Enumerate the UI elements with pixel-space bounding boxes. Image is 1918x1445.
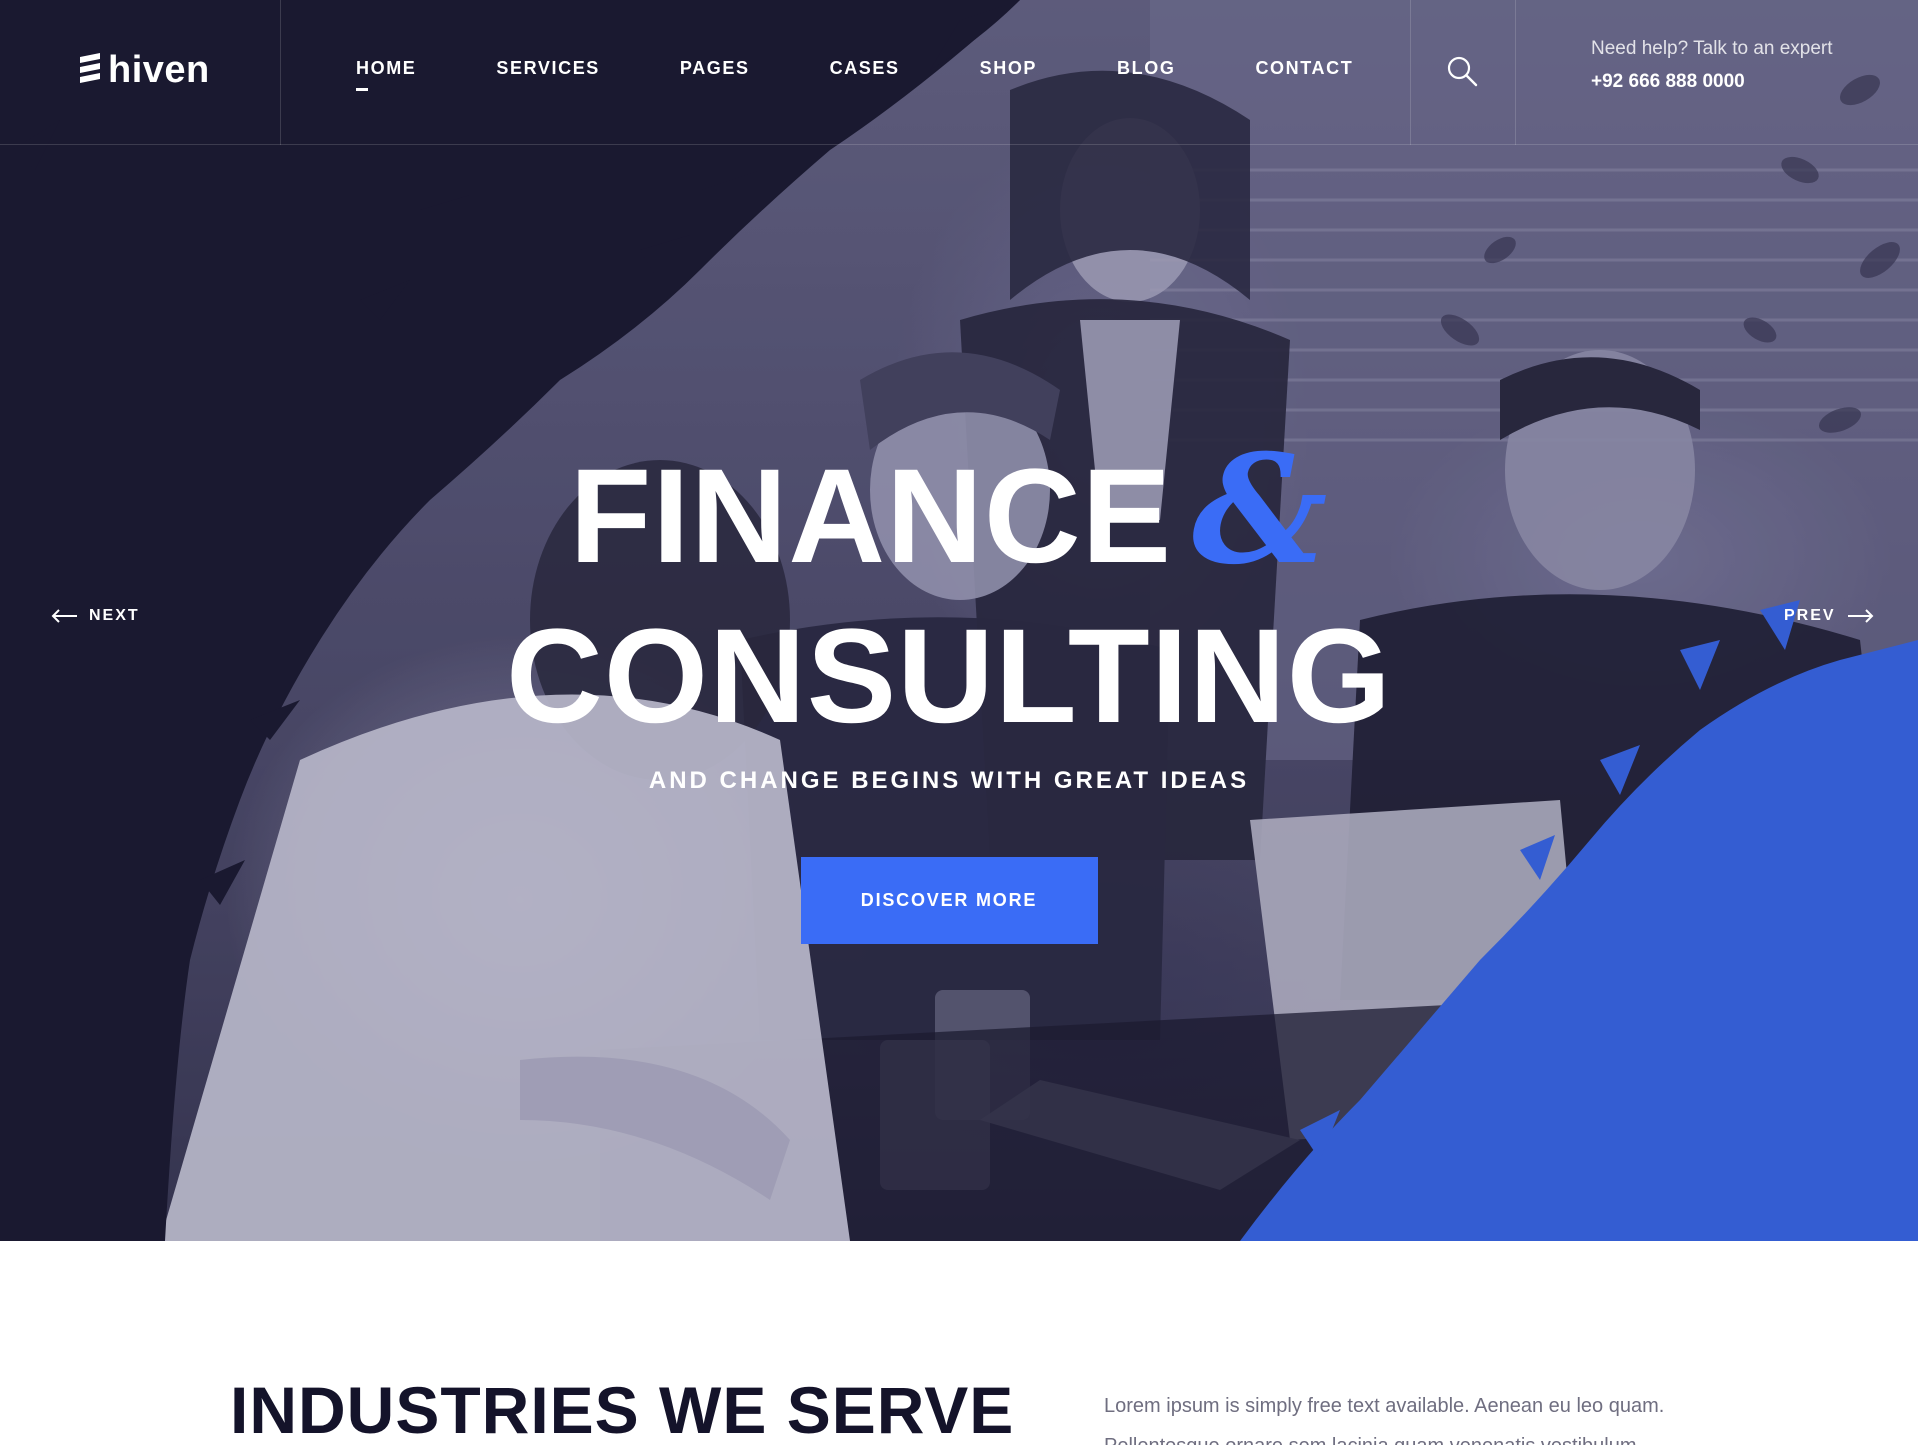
help-phone-link[interactable]: +92 666 888 0000 xyxy=(1591,66,1833,98)
header-divider xyxy=(280,0,281,145)
discover-more-button[interactable]: DISCOVER MORE xyxy=(800,857,1098,944)
header-divider xyxy=(1410,0,1411,145)
header-divider xyxy=(1515,0,1516,145)
help-contact: Need help? Talk to an expert +92 666 888… xyxy=(1591,36,1833,98)
hero-title-finance: FINANCE xyxy=(569,442,1173,591)
search-icon xyxy=(1447,56,1478,87)
industries-description: Lorem ipsum is simply free text availabl… xyxy=(1104,1395,1665,1445)
nav-item-home[interactable]: HOME xyxy=(356,56,416,91)
nav-item-contact[interactable]: CONTACT xyxy=(1255,56,1353,80)
site-header: hiven HOME SERVICES PAGES CASES SHOP BLO… xyxy=(0,0,1918,145)
main-nav: HOME SERVICES PAGES CASES SHOP BLOG CONT… xyxy=(356,56,1433,91)
nav-item-pages[interactable]: PAGES xyxy=(680,56,750,80)
hero-subtitle: AND CHANGE BEGINS WITH GREAT IDEAS xyxy=(648,767,1250,794)
hero-title-ampersand: & xyxy=(1192,422,1329,598)
hero-title: FINANCE & CONSULTING xyxy=(0,430,1898,757)
nav-item-blog[interactable]: BLOG xyxy=(1117,56,1175,80)
industries-title: INDUSTRIES WE SERVE xyxy=(230,1373,1015,1445)
hero-title-line-2: CONSULTING xyxy=(506,602,1392,751)
hero-slider: hiven HOME SERVICES PAGES CASES SHOP BLO… xyxy=(0,0,1918,1241)
brand-logo[interactable]: hiven xyxy=(76,46,210,94)
help-label: Need help? Talk to an expert xyxy=(1591,38,1833,59)
hero-title-line-1: FINANCE & xyxy=(0,430,1898,597)
logo-mark-icon xyxy=(80,53,100,83)
brand-name: hiven xyxy=(108,48,210,91)
hero-content: FINANCE & CONSULTING AND CHANGE BEGINS WI… xyxy=(0,430,1898,944)
nav-item-services[interactable]: SERVICES xyxy=(496,56,600,80)
nav-item-cases[interactable]: CASES xyxy=(830,56,900,80)
nav-item-shop[interactable]: SHOP xyxy=(980,56,1037,80)
search-button[interactable] xyxy=(1446,55,1478,87)
